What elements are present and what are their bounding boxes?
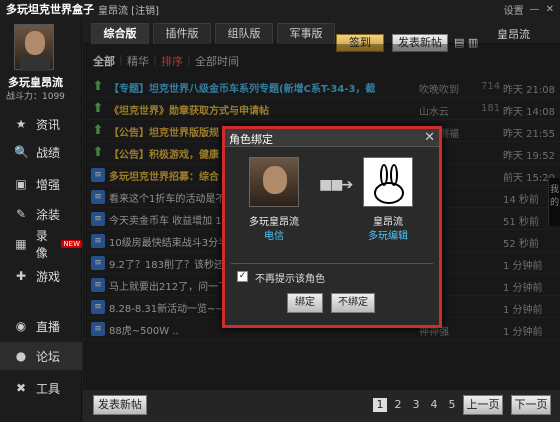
current-user-menu[interactable]: 皇昂流 <box>497 26 530 42</box>
forum-user-name: 皇昂流 <box>373 217 403 228</box>
unbind-button[interactable]: 不绑定 <box>331 293 375 313</box>
app-title: 多玩坦克世界盒子 <box>6 3 94 16</box>
sidebar-item-enhance[interactable]: ▣ 增强 <box>0 170 82 198</box>
wrench-icon: ✖ <box>15 381 27 395</box>
sidebar-item-label: 增强 <box>36 177 61 192</box>
game-role-name: 多玩皇昂流 <box>249 217 299 228</box>
film-icon: ▦ <box>15 237 27 251</box>
page-3[interactable]: 3 <box>409 398 423 412</box>
page-5[interactable]: 5 <box>445 398 459 412</box>
new-badge: NEW <box>61 240 82 248</box>
next-page-button[interactable]: 下一页 <box>511 395 551 415</box>
bind-button[interactable]: 绑定 <box>287 293 323 313</box>
divider <box>231 263 433 264</box>
tab-military[interactable]: 军事版 <box>277 23 335 44</box>
forum-tabs: 综合版 插件版 组队版 军事版 皇昂流 <box>83 18 560 44</box>
forum-user-role: 多玩编辑 <box>368 231 408 242</box>
tab-general[interactable]: 综合版 <box>91 23 149 44</box>
close-icon[interactable]: ✕ <box>424 130 435 145</box>
sidebar-item-label: 游戏 <box>36 269 61 284</box>
sidebar-item-game[interactable]: ✚ 游戏 <box>0 262 82 290</box>
forum-avatar <box>363 157 413 207</box>
settings-button[interactable]: 设置 <box>504 2 524 17</box>
sidebar-item-live[interactable]: ◉ 直播 <box>0 312 82 340</box>
tab-team[interactable]: 组队版 <box>215 23 273 44</box>
tab-plugins[interactable]: 插件版 <box>153 23 211 44</box>
sidebar-item-tools[interactable]: ✖ 工具 <box>0 374 82 402</box>
sidebar-item-label: 论坛 <box>36 349 61 364</box>
sidebar-item-forum[interactable]: ● 论坛 <box>0 342 82 370</box>
title-bar: 多玩坦克世界盒子 皇昂流 [注销] 设置 — ✕ <box>0 0 560 18</box>
power-score: 战斗力：1099 <box>6 92 65 102</box>
sidebar: 多玩皇昂流 战斗力：1099 ★ 资讯 🔍 战绩 ▣ 增强 ✎ 涂装 ▦ 录像 NEW ✚ 游… <box>0 18 82 422</box>
sidebar-item-label: 直播 <box>36 319 61 334</box>
game-avatar <box>249 157 299 207</box>
dont-remind-checkbox[interactable]: ✓ <box>237 271 248 282</box>
sidebar-item-label: 涂装 <box>36 207 61 222</box>
play-icon: ◉ <box>15 319 27 333</box>
user-title[interactable]: 皇昂流 [注销] <box>98 2 159 17</box>
window-controls: 设置 — ✕ <box>504 0 560 18</box>
sidebar-item-paint[interactable]: ✎ 涂装 <box>0 200 82 228</box>
arrow-right-icon: ■■➔ <box>319 177 353 193</box>
sidebar-item-news[interactable]: ★ 资讯 <box>0 110 82 138</box>
search-icon: 🔍 <box>14 145 29 159</box>
sidebar-item-record[interactable]: 🔍 战绩 <box>0 138 82 166</box>
gamepad-icon: ✚ <box>15 269 27 283</box>
brush-icon: ✎ <box>15 207 27 221</box>
sidebar-item-label: 战绩 <box>36 145 61 160</box>
page-1[interactable]: 1 <box>373 398 387 412</box>
star-icon: ★ <box>15 117 27 131</box>
minimize-button[interactable]: — <box>530 4 540 15</box>
page-2[interactable]: 2 <box>391 398 405 412</box>
sidebar-item-label: 录像 <box>35 229 48 260</box>
role-bind-dialog: 角色绑定 ✕ ■■➔ 多玩皇昂流 电信 皇昂流 多玩编辑 ✓ 不再提示该角色 绑… <box>222 126 442 328</box>
sidebar-item-label: 资讯 <box>36 117 61 132</box>
game-server: 电信 <box>264 231 284 242</box>
toolbox-icon: ▣ <box>15 177 27 191</box>
avatar[interactable] <box>14 24 54 71</box>
sidebar-item-label: 工具 <box>36 381 61 396</box>
pagination-bar: 发表新帖 1 2 3 4 5 上一页 下一页 <box>83 390 560 422</box>
new-post-button-bottom[interactable]: 发表新帖 <box>93 395 147 415</box>
user-name: 多玩皇昂流 <box>8 76 63 89</box>
sidebar-item-replay[interactable]: ▦ 录像 NEW <box>0 229 82 260</box>
dialog-header: 角色绑定 ✕ <box>225 129 439 147</box>
chat-icon: ● <box>15 349 27 363</box>
dont-remind-label: 不再提示该角色 <box>255 274 325 285</box>
page-4[interactable]: 4 <box>427 398 441 412</box>
prev-page-button[interactable]: 上一页 <box>463 395 503 415</box>
close-button[interactable]: ✕ <box>546 4 554 15</box>
dialog-title: 角色绑定 <box>229 133 273 146</box>
